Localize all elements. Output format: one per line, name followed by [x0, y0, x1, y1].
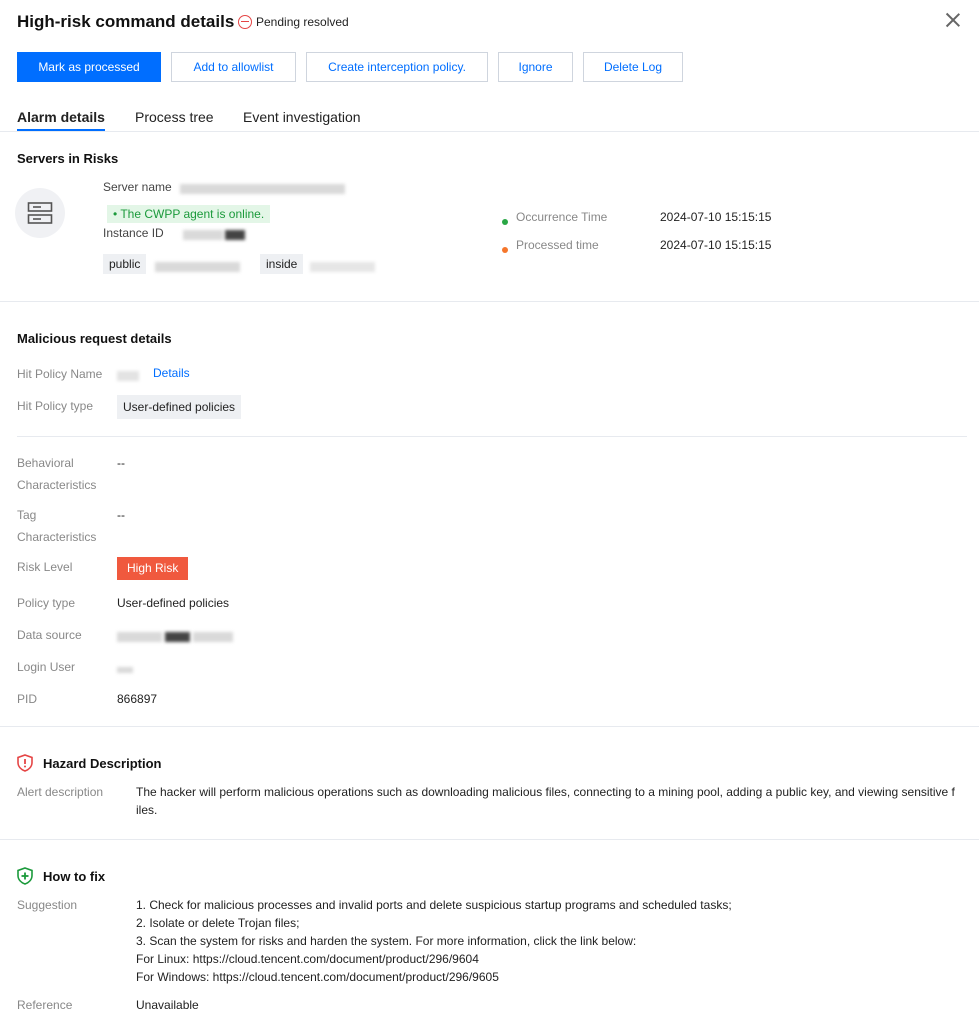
server-icon — [15, 188, 65, 238]
hit-policy-name-value — [117, 368, 139, 382]
risk-level-badge: High Risk — [117, 557, 189, 580]
policy-type-value: User-defined policies — [117, 596, 230, 610]
processed-time-label: Processed time — [516, 238, 599, 252]
close-icon[interactable] — [945, 12, 961, 28]
suggestion-line: For Linux: https://cloud.tencent.com/doc… — [136, 952, 479, 966]
suggestion-text: 1. Check for malicious processes and inv… — [136, 896, 971, 986]
page-title: High-risk command details — [17, 12, 235, 31]
hit-policy-type-label: Hit Policy type — [17, 399, 94, 413]
suggestion-line: 3. Scan the system for risks and harden … — [136, 934, 637, 948]
tag-value: -- — [117, 508, 125, 522]
public-ip-value — [155, 259, 240, 273]
suggestion-line: 1. Check for malicious processes and inv… — [136, 898, 732, 912]
server-name-value — [180, 181, 345, 195]
data-source-value — [117, 629, 233, 643]
login-user-label: Login User — [17, 660, 76, 674]
tag-label: Tag Characteristics — [17, 508, 97, 544]
occurrence-dot — [502, 214, 508, 228]
details-link[interactable]: Details — [153, 366, 190, 380]
status-text: Pending resolved — [256, 15, 349, 29]
section-divider — [0, 301, 979, 302]
fix-shield-icon — [17, 867, 33, 888]
instance-id-label: Instance ID — [103, 226, 164, 240]
pending-icon — [238, 15, 252, 29]
occurrence-time-value: 2024-07-10 15:15:15 — [660, 210, 772, 224]
behavioral-label: Behavioral Characteristics — [17, 456, 97, 492]
hazard-section-title: Hazard Description — [43, 756, 162, 771]
public-ip-tag: public — [103, 254, 147, 274]
alert-description-text: The hacker will perform malicious operat… — [136, 785, 955, 817]
suggestion-label: Suggestion — [17, 898, 78, 912]
pid-label: PID — [17, 692, 38, 706]
fix-section-title: How to fix — [43, 869, 106, 884]
tab-event-investigation[interactable]: Event investigation — [243, 109, 361, 125]
data-source-label: Data source — [17, 628, 82, 642]
occurrence-time-label: Occurrence Time — [516, 210, 608, 224]
servers-section-title: Servers in Risks — [17, 151, 119, 166]
inside-ip-tag: inside — [260, 254, 304, 274]
server-name-label: Server name — [103, 180, 172, 194]
policy-type-label: Policy type — [17, 596, 76, 610]
hazard-shield-icon — [17, 754, 33, 775]
inner-divider — [17, 436, 967, 437]
reference-value: Unavailable — [136, 998, 199, 1012]
hit-policy-name-label: Hit Policy Name — [17, 367, 103, 381]
inside-ip-value — [310, 259, 375, 273]
agent-online-badge: • The CWPP agent is online. — [107, 205, 271, 223]
risk-level-label: Risk Level — [17, 560, 73, 574]
delete-log-button[interactable]: Delete Log — [583, 52, 683, 82]
section-divider — [0, 726, 979, 727]
section-divider — [0, 839, 979, 840]
tabs-divider — [0, 131, 979, 132]
processed-time-value: 2024-07-10 15:15:15 — [660, 238, 772, 252]
instance-id-value — [183, 227, 245, 241]
create-policy-button[interactable]: Create interception policy. — [306, 52, 488, 82]
mark-processed-button[interactable]: Mark as processed — [17, 52, 161, 82]
login-user-value — [117, 662, 133, 676]
hit-policy-type-tag: User-defined policies — [117, 395, 242, 419]
status-badge: Pending resolved — [238, 15, 349, 29]
suggestion-line: For Windows: https://cloud.tencent.com/d… — [136, 970, 499, 984]
behavioral-value: -- — [117, 456, 125, 470]
tab-alarm-details[interactable]: Alarm details — [17, 109, 105, 125]
ignore-button[interactable]: Ignore — [498, 52, 573, 82]
reference-label: Reference — [17, 998, 73, 1012]
processed-dot — [502, 242, 508, 256]
suggestion-line: 2. Isolate or delete Trojan files; — [136, 916, 300, 930]
add-allowlist-button[interactable]: Add to allowlist — [171, 52, 296, 82]
alert-description-label: Alert description — [17, 785, 104, 799]
malicious-section-title: Malicious request details — [17, 331, 172, 346]
pid-value: 866897 — [117, 692, 158, 706]
tab-process-tree[interactable]: Process tree — [135, 109, 214, 125]
